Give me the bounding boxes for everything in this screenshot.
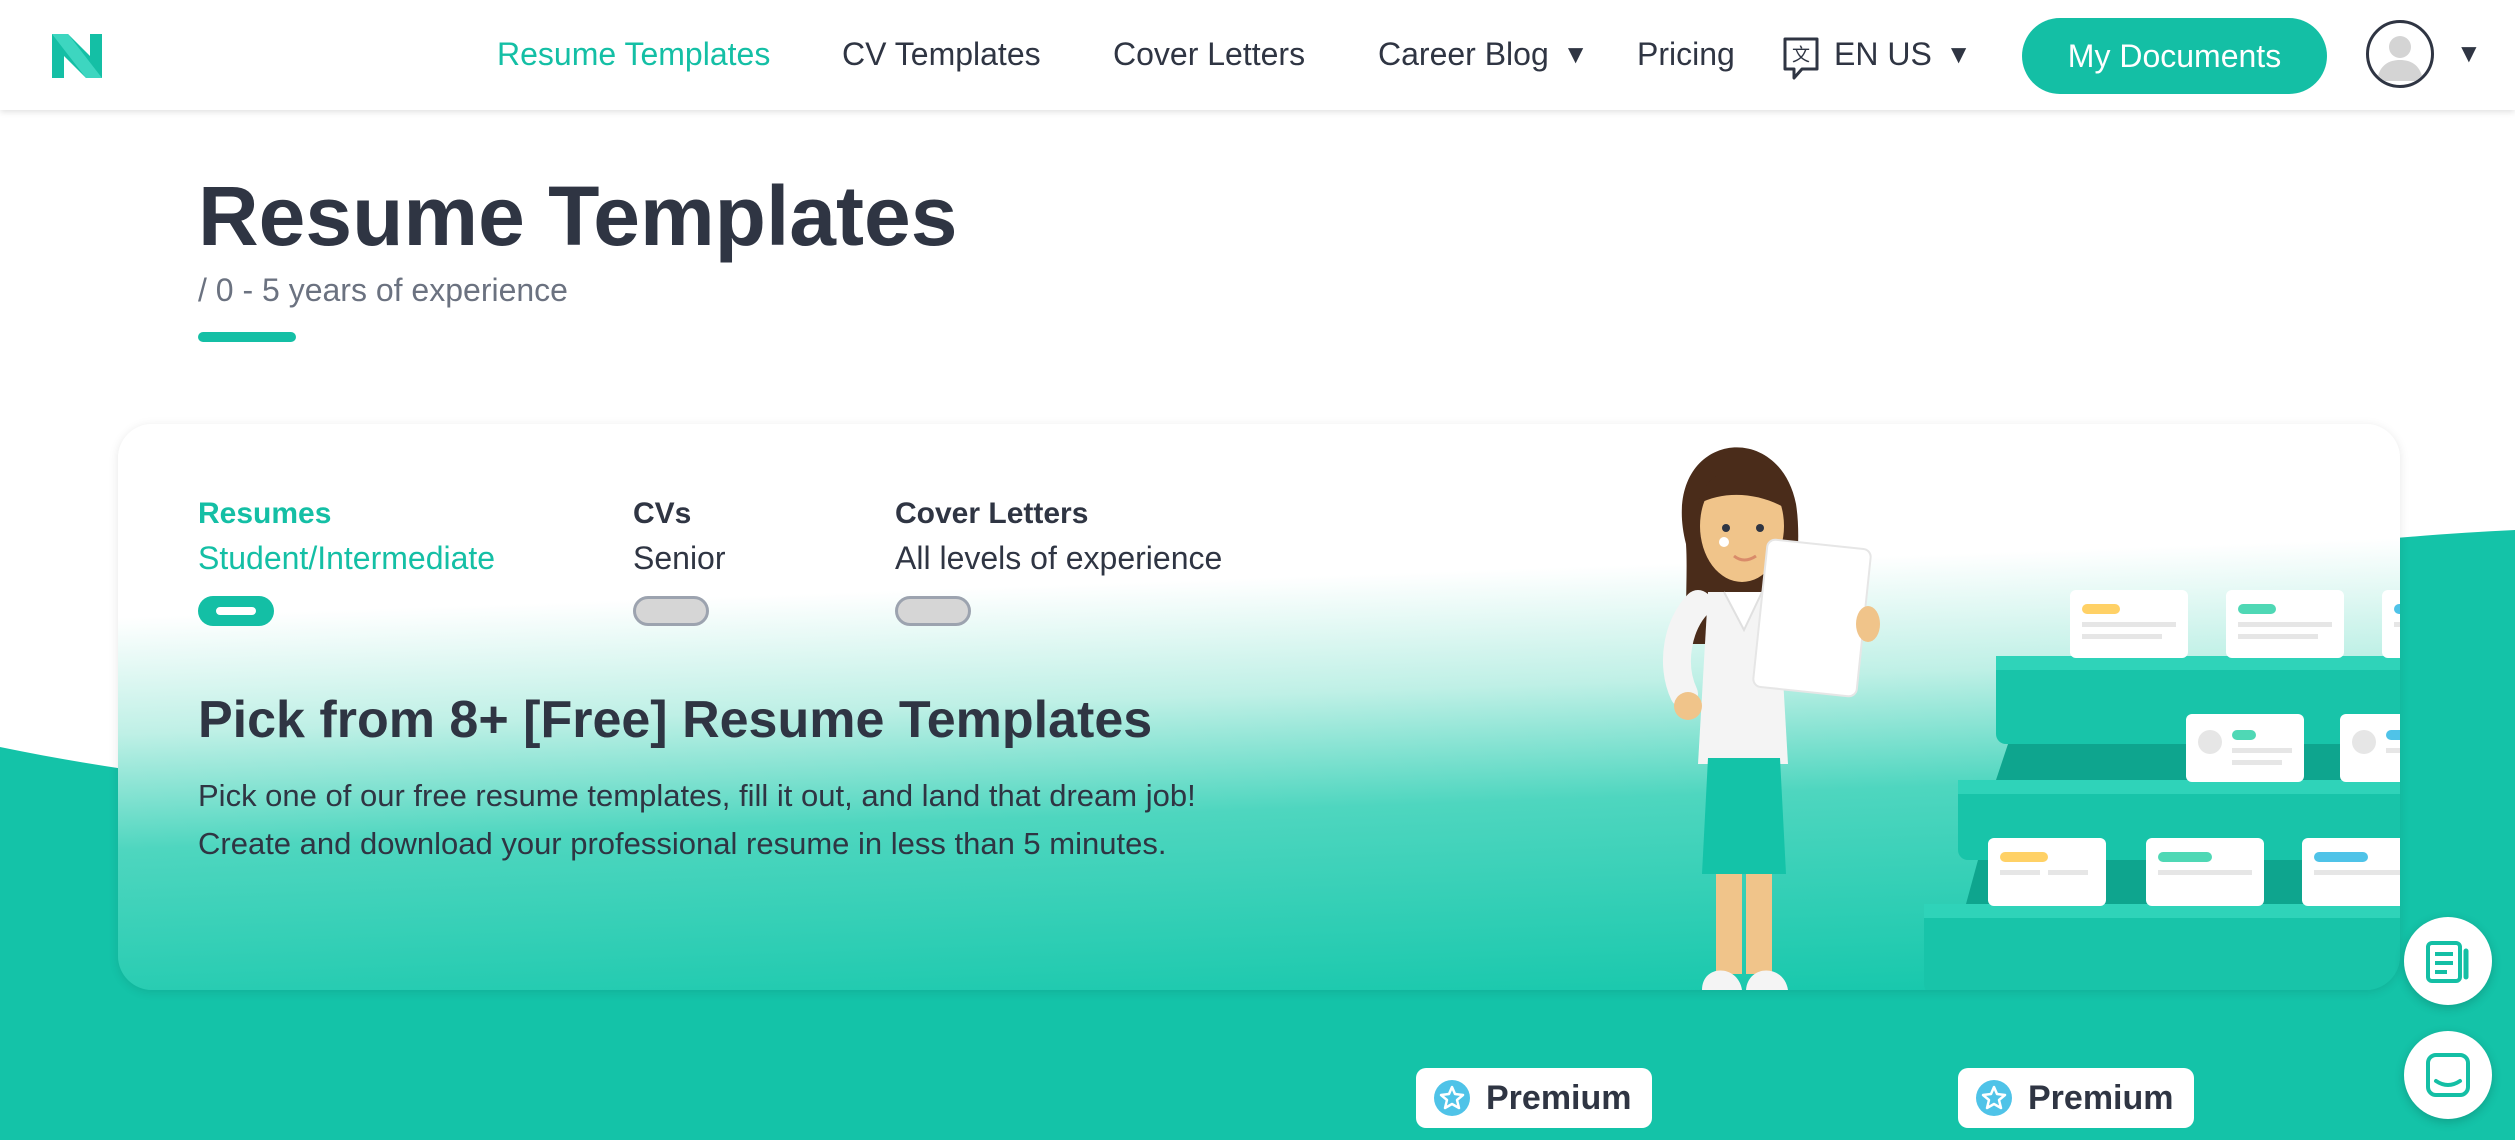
language-selector[interactable]: EN US ▼ [1834, 34, 1972, 74]
tab-description: Senior [633, 540, 726, 576]
caret-down-icon: ▼ [1562, 39, 1589, 69]
caret-down-icon: ▼ [1945, 39, 1972, 69]
tab-description: Student/Intermediate [198, 540, 496, 576]
tab-description: All levels of experience [895, 540, 1223, 576]
nav-link-resume-templates[interactable]: Resume Templates [497, 34, 770, 74]
my-documents-button[interactable]: My Documents [2022, 18, 2327, 94]
star-icon [1434, 1080, 1470, 1116]
card-heading: Pick from 8+ [Free] Resume Templates [198, 691, 1153, 749]
page-subtitle: / 0 - 5 years of experience [198, 272, 568, 308]
chat-icon [2426, 1053, 2470, 1097]
template-type-card: Resumes Student/Intermediate CVs Senior … [118, 424, 2400, 990]
avatar-caret-down-icon[interactable]: ▼ [2456, 38, 2482, 69]
nav-link-cover-letters[interactable]: Cover Letters [1113, 34, 1305, 74]
document-icon [2426, 941, 2469, 983]
chat-fab[interactable] [2404, 1031, 2492, 1119]
tab-toggle-pill [198, 596, 274, 626]
resume-shelves [1924, 656, 2400, 990]
premium-label: Premium [1486, 1079, 1632, 1117]
page-title: Resume Templates [198, 169, 958, 263]
woman-with-resume-illustration [1662, 447, 2400, 990]
nav-link-pricing[interactable]: Pricing [1637, 34, 1735, 74]
tab-cvs[interactable]: CVs Senior [633, 494, 726, 626]
logo-icon[interactable] [48, 30, 106, 82]
nav-link-career-blog[interactable]: Career Blog ▼ [1378, 34, 1588, 74]
tab-label: CVs [633, 497, 692, 530]
tab-cover-letters[interactable]: Cover Letters All levels of experience [895, 494, 1222, 626]
premium-label: Premium [2028, 1079, 2174, 1117]
tab-resumes[interactable]: Resumes Student/Intermediate [198, 494, 495, 626]
document-fab[interactable] [2404, 917, 2492, 1005]
premium-badge: Premium [1416, 1068, 1652, 1128]
premium-badge: Premium [1958, 1068, 2194, 1128]
tab-label: Resumes [198, 497, 332, 530]
svg-text:文: 文 [1792, 45, 1810, 66]
top-navbar: Resume Templates CV Templates Cover Lett… [0, 0, 2515, 110]
woman-figure [1662, 447, 1880, 990]
tab-label: Cover Letters [895, 497, 1089, 530]
star-icon [1976, 1080, 2012, 1116]
title-underline [198, 332, 296, 342]
nav-link-cv-templates[interactable]: CV Templates [842, 34, 1041, 74]
career-blog-label: Career Blog [1378, 36, 1549, 72]
translate-icon[interactable]: 文 [1782, 36, 1820, 82]
card-description: Pick one of our free resume templates, f… [198, 778, 1196, 861]
language-label: EN US [1834, 36, 1932, 72]
tab-toggle-pill [633, 596, 709, 626]
user-avatar-icon[interactable] [2366, 20, 2434, 88]
tab-toggle-pill [895, 596, 971, 626]
